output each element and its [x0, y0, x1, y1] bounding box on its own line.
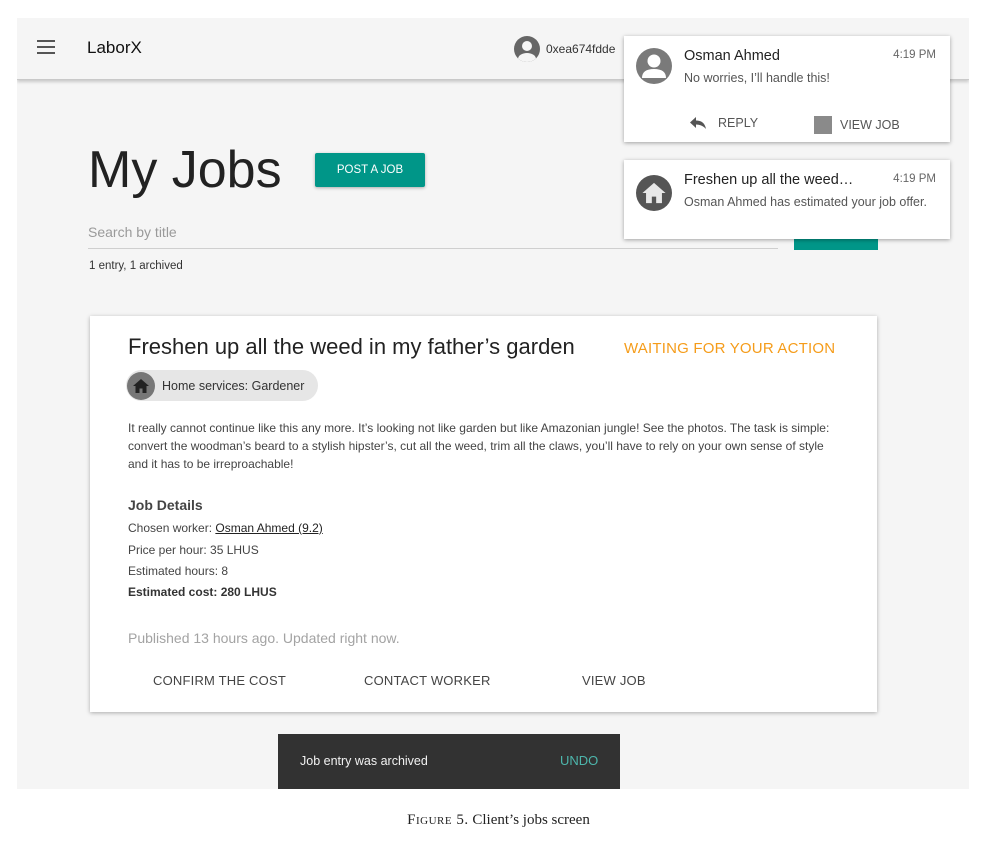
job-title[interactable]: Freshen up all the weed in my father’s g…	[128, 334, 575, 360]
home-icon	[636, 175, 672, 211]
view-job-label: VIEW JOB	[840, 118, 900, 132]
entry-count: 1 entry, 1 archived	[89, 260, 183, 272]
reply-button[interactable]: REPLY	[690, 116, 758, 130]
contact-worker-button[interactable]: CONTACT WORKER	[364, 673, 491, 688]
job-description: It really cannot continue like this any …	[128, 421, 830, 471]
category-chip: Home services: Gardener	[126, 370, 319, 401]
view-job-button[interactable]: VIEW JOB	[582, 673, 646, 688]
figure-caption-text: Client’s jobs screen	[472, 812, 590, 828]
post-job-button[interactable]: POST A JOB	[315, 153, 425, 187]
job-card: Freshen up all the weed in my father’s g…	[90, 316, 877, 712]
notification-text: No worries, I’ll handle this!	[684, 71, 830, 85]
snackbar: Job entry was archived UNDO	[278, 734, 620, 789]
category-label: Home services: Gardener	[162, 378, 305, 393]
account-address: 0xea674fdde	[546, 42, 616, 56]
chosen-worker-row: Chosen worker: Osman Ahmed (9.2)	[128, 521, 323, 535]
published-status: Published 13 hours ago. Updated right no…	[128, 630, 400, 646]
app-window: LaborX 0xea674fdde My Jobs POST A JOB 1 …	[17, 18, 969, 789]
chosen-worker-link[interactable]: Osman Ahmed (9.2)	[215, 521, 322, 535]
app-title: LaborX	[87, 38, 142, 57]
price-per-hour: Price per hour: 35 LHUS	[128, 543, 259, 557]
estimated-cost-row: Estimated cost: 280 LHUS	[128, 585, 277, 599]
notification-message[interactable]: Osman Ahmed 4:19 PM No worries, I’ll han…	[624, 36, 950, 142]
reply-label: REPLY	[718, 116, 759, 130]
home-icon	[127, 371, 155, 400]
notification-time: 4:19 PM	[893, 173, 936, 185]
confirm-cost-button[interactable]: CONFIRM THE COST	[153, 673, 286, 688]
estimated-cost: Estimated cost: 280 LHUS	[128, 585, 277, 599]
account-avatar-icon	[514, 36, 540, 62]
account-chip[interactable]: 0xea674fdde	[514, 36, 615, 62]
figure-label: Figure 5.	[407, 812, 469, 828]
estimated-hours: Estimated hours: 8	[128, 564, 229, 578]
reply-icon	[690, 117, 706, 129]
notification-title: Freshen up all the weed…	[684, 172, 854, 188]
notification-time: 4:19 PM	[893, 49, 936, 61]
undo-button[interactable]: UNDO	[560, 753, 598, 768]
user-avatar-icon	[636, 48, 672, 84]
chosen-worker-label: Chosen worker:	[128, 521, 216, 535]
job-details-heading: Job Details	[128, 497, 203, 513]
figure-caption: Figure 5. Client’s jobs screen	[0, 812, 997, 829]
menu-icon[interactable]	[37, 40, 55, 54]
notification-sender: Osman Ahmed	[684, 48, 780, 64]
job-status-badge: WAITING FOR YOUR ACTION	[624, 340, 836, 357]
notification-estimate[interactable]: Freshen up all the weed… 4:19 PM Osman A…	[624, 160, 950, 239]
notification-view-job-button[interactable]: VIEW JOB	[814, 116, 900, 134]
page-title: My Jobs	[88, 141, 282, 199]
snackbar-message: Job entry was archived	[300, 754, 428, 768]
job-icon	[814, 116, 832, 134]
notification-text: Osman Ahmed has estimated your job offer…	[684, 195, 927, 209]
